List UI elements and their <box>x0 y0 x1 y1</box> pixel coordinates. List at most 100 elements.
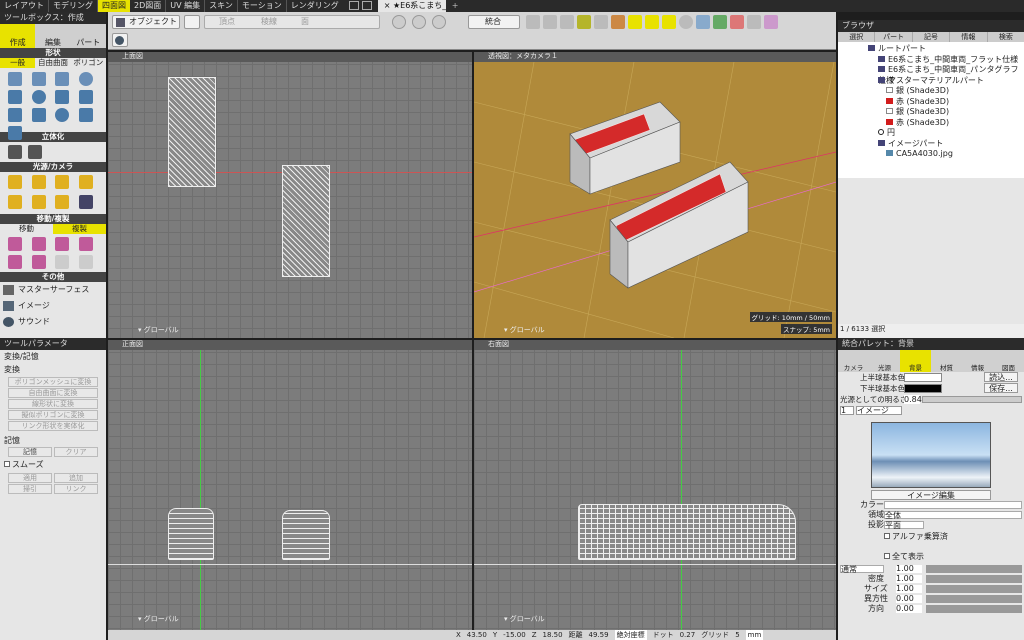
layer-number[interactable]: 1 <box>840 406 854 415</box>
render-icon[interactable] <box>730 15 744 29</box>
tab-rendering[interactable]: レンダリング <box>287 0 343 12</box>
projection-select[interactable]: 平面 <box>884 521 924 530</box>
texture-icon[interactable] <box>696 15 710 29</box>
tab-part[interactable]: パート <box>71 24 106 48</box>
sphere-icon[interactable] <box>679 15 693 29</box>
redo-icon[interactable] <box>412 15 426 29</box>
tree-item[interactable]: イメージパート <box>838 139 1024 150</box>
link-button[interactable]: リンク <box>54 484 98 494</box>
to-polygon-mesh-button[interactable]: ポリゴンメッシュに変換 <box>8 377 98 387</box>
image-edit-button[interactable]: イメージ編集 <box>871 490 991 500</box>
extrude-tool-icon[interactable] <box>8 145 22 159</box>
tree-item[interactable]: ルートパート <box>838 44 1024 55</box>
tab-four-views[interactable]: 四面図 <box>98 0 130 12</box>
tab-modeling[interactable]: モデリング <box>49 0 98 12</box>
undo-icon[interactable] <box>392 15 406 29</box>
direction-value[interactable]: 0.00 <box>896 605 922 613</box>
capsule-tool-icon[interactable] <box>31 108 46 122</box>
camera-button[interactable] <box>184 15 200 29</box>
to-line-shape-button[interactable]: 線形状に変換 <box>8 399 98 409</box>
view-icon[interactable] <box>645 15 659 29</box>
tab-move[interactable]: 移動 <box>0 224 53 234</box>
render-sphere-button[interactable] <box>112 33 128 47</box>
anisotropy-value[interactable]: 0.00 <box>896 595 922 603</box>
density-value[interactable]: 1.00 <box>896 575 922 583</box>
rectangle-tool-icon[interactable] <box>55 72 69 86</box>
camera-tool-icon[interactable] <box>78 195 93 209</box>
torus-tool-icon[interactable] <box>55 108 69 122</box>
perspective-view[interactable]: 透視図：メタカメラ１ グリッド: 10mm / 50mm スナップ: 5mm ▾… <box>474 52 836 338</box>
tab-2d-drawing[interactable]: 2D図面 <box>130 0 167 12</box>
brightness-slider[interactable] <box>922 396 1022 403</box>
new-tab-button[interactable]: + <box>446 0 465 12</box>
tab-create[interactable]: 作成 <box>0 24 36 48</box>
layout-icon-2[interactable] <box>361 1 372 10</box>
tree-item[interactable]: E6系こまち_中間車両_フラット仕様 <box>838 55 1024 66</box>
palette-icon[interactable] <box>764 15 778 29</box>
right-view[interactable]: 右面図 ▾ グローバル <box>474 340 836 630</box>
density-slider[interactable] <box>926 575 1022 583</box>
realize-link-button[interactable]: リンク形状を実体化 <box>8 421 98 431</box>
tab-general[interactable]: 一般 <box>0 58 36 68</box>
browser-tab-info[interactable]: 情報 <box>950 32 988 42</box>
load-button[interactable]: 読込... <box>984 372 1018 382</box>
direction-slider[interactable] <box>926 605 1022 613</box>
circle-tool-icon[interactable] <box>78 72 93 86</box>
tab-motion[interactable]: モーション <box>238 0 287 12</box>
other-item-image[interactable]: イメージ <box>0 298 106 314</box>
to-pseudo-polygon-button[interactable]: 擬似ポリゴンに変換 <box>8 410 98 420</box>
scale-tool-icon[interactable] <box>31 237 46 251</box>
to-free-surface-button[interactable]: 自由曲面に変換 <box>8 388 98 398</box>
area-light-icon[interactable] <box>55 175 69 189</box>
tube-tool-icon[interactable] <box>8 126 22 140</box>
save-button[interactable]: 保存... <box>984 383 1018 393</box>
tree-item[interactable]: 銀 (Shade3D) <box>838 107 1024 118</box>
tab-uv-edit[interactable]: UV 編集 <box>166 0 206 12</box>
region-select[interactable]: 全体 <box>884 511 1022 520</box>
tab-layout[interactable]: レイアウト <box>0 0 49 12</box>
cylinder-tool-icon[interactable] <box>8 108 22 122</box>
line-light-icon[interactable] <box>78 175 93 189</box>
layout-icon[interactable] <box>348 1 359 10</box>
smooth-row[interactable]: スムーズ <box>0 457 106 472</box>
lamp-icon[interactable] <box>55 195 69 209</box>
layer-type-select[interactable]: イメージ <box>856 406 902 415</box>
clear-button[interactable]: クリア <box>54 447 98 457</box>
lower-color-swatch[interactable] <box>904 384 942 393</box>
anisotropy-slider[interactable] <box>926 595 1022 603</box>
show-all-checkbox[interactable] <box>884 553 890 559</box>
fill-icon[interactable] <box>543 15 557 29</box>
sphere-tool-icon[interactable] <box>31 90 46 104</box>
scene-icon[interactable] <box>713 15 727 29</box>
add-button[interactable]: 追加 <box>54 473 98 483</box>
browser-tab-symbol[interactable]: 記号 <box>913 32 951 42</box>
palette-tab-light[interactable]: 光源 <box>869 350 900 372</box>
shear-tool-icon[interactable] <box>78 237 93 251</box>
size-slider[interactable] <box>926 585 1022 593</box>
merge-button[interactable]: 統合 <box>468 15 520 29</box>
tree-item[interactable]: 銀 (Shade3D) <box>838 86 1024 97</box>
move-tool-icon[interactable] <box>8 237 22 251</box>
revolve-tool-icon[interactable] <box>28 145 42 159</box>
tree-item[interactable]: E6系こまち_中間車両_パンタグラフ仕様 <box>838 65 1024 85</box>
tree-item[interactable]: 赤 (Shade3D) <box>838 118 1024 129</box>
doc-tab[interactable]: × ★E6系こまち_中間… <box>377 0 446 12</box>
light-icon[interactable] <box>662 15 676 29</box>
tab-skin[interactable]: スキン <box>205 0 238 12</box>
browser-tab-search[interactable]: 検索 <box>988 32 1024 42</box>
refresh-icon[interactable] <box>432 15 446 29</box>
pyramid-tool-icon[interactable] <box>78 90 93 104</box>
snap-icon[interactable] <box>628 15 642 29</box>
apply-button[interactable]: 適用 <box>8 473 52 483</box>
directional-light-icon[interactable] <box>31 195 46 209</box>
tab-free-surface[interactable]: 自由曲面 <box>35 58 70 68</box>
mode-slider[interactable] <box>926 565 1022 573</box>
animation-icon[interactable] <box>747 15 761 29</box>
box-tool-icon[interactable] <box>8 90 22 104</box>
array-tool-icon[interactable] <box>31 255 46 269</box>
spot-light-icon[interactable] <box>31 175 46 189</box>
brightness-value[interactable]: 0.84 <box>904 395 922 404</box>
frame-icon[interactable] <box>594 15 608 29</box>
smooth-checkbox[interactable] <box>4 461 10 467</box>
cone-tool-icon[interactable] <box>55 90 69 104</box>
